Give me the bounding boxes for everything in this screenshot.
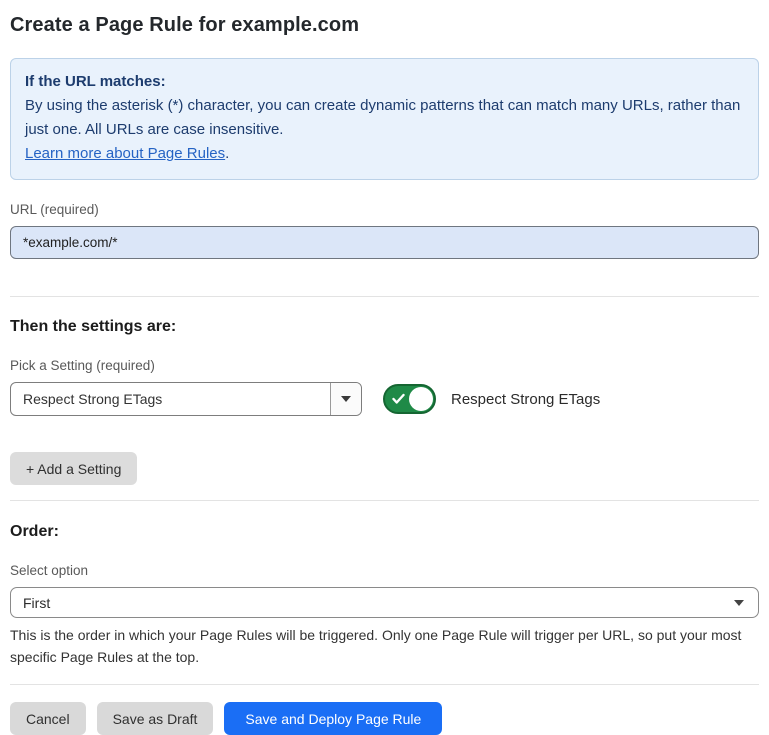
etags-toggle-group: Respect Strong ETags (383, 384, 600, 414)
link-suffix: . (225, 145, 229, 162)
divider (10, 500, 759, 501)
order-help-text: This is the order in which your Page Rul… (10, 624, 759, 668)
chevron-down-icon (341, 396, 351, 402)
chevron-down-icon (734, 600, 744, 606)
divider (10, 296, 759, 297)
cancel-button[interactable]: Cancel (10, 702, 86, 735)
page-rule-form: Create a Page Rule for example.com If th… (0, 0, 769, 735)
divider (10, 684, 759, 685)
save-and-deploy-button[interactable]: Save and Deploy Page Rule (224, 702, 442, 735)
footer-button-row: Cancel Save as Draft Save and Deploy Pag… (10, 702, 759, 735)
learn-more-link[interactable]: Learn more about Page Rules (25, 145, 225, 162)
order-select[interactable]: First (10, 587, 759, 618)
settings-section-heading: Then the settings are: (10, 318, 759, 336)
add-setting-button[interactable]: + Add a Setting (10, 452, 137, 485)
etags-toggle[interactable] (383, 384, 436, 414)
setting-row: Respect Strong ETags Respect Strong ETag… (10, 382, 759, 416)
toggle-label: Respect Strong ETags (451, 391, 600, 408)
setting-select[interactable]: Respect Strong ETags (10, 382, 362, 416)
setting-select-value: Respect Strong ETags (11, 383, 330, 415)
save-as-draft-button[interactable]: Save as Draft (97, 702, 214, 735)
setting-picker-label: Pick a Setting (required) (10, 358, 759, 373)
order-section-heading: Order: (10, 523, 759, 541)
url-match-info-box: If the URL matches: By using the asteris… (10, 58, 759, 180)
url-field-label: URL (required) (10, 202, 759, 217)
url-input[interactable] (10, 226, 759, 259)
order-select-value: First (23, 595, 50, 611)
order-select-label: Select option (10, 563, 759, 578)
toggle-knob (409, 387, 433, 411)
setting-select-arrow-button[interactable] (330, 383, 361, 415)
check-icon (392, 394, 405, 405)
info-box-body: By using the asterisk (*) character, you… (25, 94, 744, 142)
page-title: Create a Page Rule for example.com (10, 14, 759, 37)
info-box-heading: If the URL matches: (25, 70, 744, 94)
info-box-link-line: Learn more about Page Rules. (25, 142, 744, 166)
